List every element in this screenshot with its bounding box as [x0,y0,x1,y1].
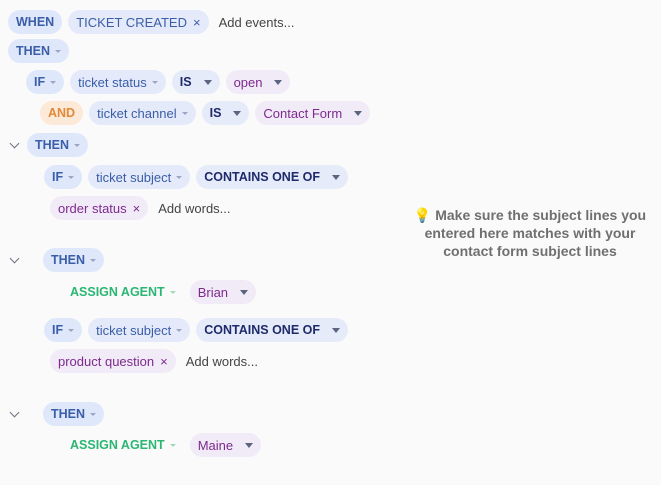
operator-label: IS [179,75,192,89]
chevron-down-icon [181,111,188,115]
word-chip-product-question[interactable]: product question × [50,349,176,373]
then-label: THEN [51,407,86,421]
word-label: order status [58,200,127,216]
chevron-down-icon [55,49,62,53]
field-select-subject-2[interactable]: ticket subject [88,318,191,342]
field-label: ticket channel [97,105,177,121]
lightbulb-icon: 💡 [413,207,432,223]
chevron-down-icon [68,175,75,179]
remove-word-icon[interactable]: × [160,355,168,368]
word-label: product question [58,353,155,369]
field-select-subject-1[interactable]: ticket subject [88,165,191,189]
chevron-down-icon [151,80,158,84]
condition-row-subject-2: IF ticket subject CONTAINS ONE OF [44,318,354,342]
chevron-down-icon [176,175,183,179]
condition-row-channel: AND ticket channel IS Contact Form [40,101,376,125]
operator-select-contains-1[interactable]: CONTAINS ONE OF [196,165,349,189]
chevron-down-icon [90,258,97,262]
value-select-open[interactable]: open [225,70,291,94]
chevron-down-icon [90,412,97,416]
then-row-3: THEN [43,248,110,272]
then-keyword-1[interactable]: THEN [8,39,70,63]
add-words-input-2[interactable]: Add words... [186,354,258,369]
when-row: WHEN TICKET CREATED × Add events... [8,10,294,34]
agent-select-maine[interactable]: Maine [189,433,262,457]
field-label: ticket status [78,74,147,90]
if-label: IF [34,75,46,89]
operator-label: CONTAINS ONE OF [204,170,321,184]
remove-trigger-icon[interactable]: × [193,16,201,29]
chevron-down-icon [245,442,254,448]
chevron-down-icon [50,80,57,84]
action-label: ASSIGN AGENT [70,438,165,452]
value-label: Contact Form [263,105,343,121]
chevron-down-icon [240,289,249,295]
then-label: THEN [35,138,70,152]
agent-label: Brian [197,284,229,300]
then-row-4: THEN [43,402,110,426]
value-label: open [233,74,263,90]
action-label: ASSIGN AGENT [70,285,165,299]
chevron-down-icon [354,110,363,116]
then-label: THEN [51,253,86,267]
chevron-down-icon [169,443,176,447]
then-keyword-4[interactable]: THEN [43,402,105,426]
word-chip-order-status[interactable]: order status × [50,196,149,220]
if-keyword-2[interactable]: IF [44,165,83,189]
operator-select-is-1[interactable]: IS [171,70,220,94]
if-keyword-3[interactable]: IF [44,318,83,342]
if-label: IF [52,323,64,337]
action-row-1: ASSIGN AGENT Brian [60,280,262,304]
value-select-contact-form[interactable]: Contact Form [255,101,371,125]
trigger-chip[interactable]: TICKET CREATED × [68,10,209,34]
chevron-down-icon [74,143,81,147]
field-select-status[interactable]: ticket status [70,70,166,94]
when-keyword: WHEN [8,10,63,34]
field-label: ticket subject [96,322,172,338]
agent-label: Maine [197,437,234,453]
action-select-assign-2[interactable]: ASSIGN AGENT [60,433,184,457]
if-keyword-1[interactable]: IF [26,70,65,94]
agent-select-brian[interactable]: Brian [189,280,257,304]
operator-select-is-2[interactable]: IS [201,101,250,125]
condition-row-status: IF ticket status IS open [26,70,296,94]
chevron-down-icon [332,174,341,180]
words-row-2: product question × Add words... [50,349,258,373]
and-keyword[interactable]: AND [40,101,84,125]
collapse-chevron-icon[interactable] [9,253,20,264]
tip-text: Make sure the subject lines you entered … [424,207,647,259]
field-select-channel[interactable]: ticket channel [89,101,196,125]
then-row-2: THEN [27,133,94,157]
then-label: THEN [16,44,51,58]
add-events-input[interactable]: Add events... [219,15,295,30]
chevron-down-icon [233,110,242,116]
chevron-down-icon [176,328,183,332]
if-label: IF [52,170,64,184]
add-words-input-1[interactable]: Add words... [158,201,230,216]
field-label: ticket subject [96,169,172,185]
action-row-2: ASSIGN AGENT Maine [60,433,267,457]
collapse-chevron-icon[interactable] [9,407,20,418]
words-row-1: order status × Add words... [50,196,231,220]
chevron-down-icon [274,79,283,85]
chevron-down-icon [68,328,75,332]
collapse-chevron-icon[interactable] [9,138,20,149]
chevron-down-icon [169,290,176,294]
trigger-label: TICKET CREATED [76,14,187,30]
remove-word-icon[interactable]: × [133,202,141,215]
then-keyword-3[interactable]: THEN [43,248,105,272]
operator-label: IS [209,106,222,120]
condition-row-subject-1: IF ticket subject CONTAINS ONE OF [44,165,354,189]
chevron-down-icon [203,79,212,85]
then-keyword-2[interactable]: THEN [27,133,89,157]
chevron-down-icon [332,327,341,333]
then-row-1: THEN [8,39,75,63]
operator-select-contains-2[interactable]: CONTAINS ONE OF [196,318,349,342]
operator-label: CONTAINS ONE OF [204,323,321,337]
tip-note: 💡 Make sure the subject lines you entere… [412,206,648,260]
action-select-assign-1[interactable]: ASSIGN AGENT [60,280,184,304]
